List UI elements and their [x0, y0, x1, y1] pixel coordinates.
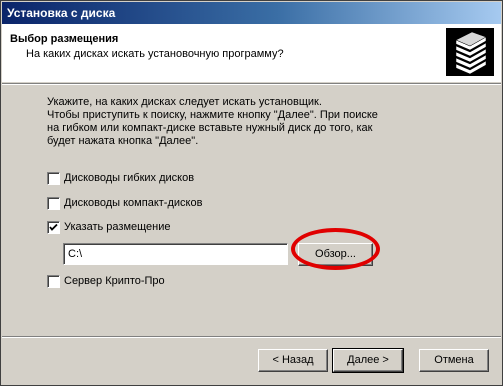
cd-drives-label[interactable]: Дисководы компакт-дисков: [64, 197, 202, 209]
title-bar[interactable]: Установка с диска: [2, 2, 501, 24]
window-title: Установка с диска: [7, 6, 116, 20]
specify-location-label[interactable]: Указать размещение: [64, 221, 171, 233]
wizard-header: Выбор размещения На каких дисках искать …: [2, 24, 501, 82]
cancel-button-label: Отмена: [434, 354, 474, 366]
location-path-value: C:\: [68, 248, 83, 260]
next-button-label: Далее >: [347, 354, 389, 366]
page-title: Выбор размещения: [10, 33, 119, 45]
floppy-drives-label[interactable]: Дисководы гибких дисков: [64, 172, 194, 184]
highlight-circle: [291, 228, 380, 270]
crypto-server-label[interactable]: Сервер Крипто-Про: [64, 275, 165, 287]
floppy-drives-checkbox[interactable]: [47, 172, 60, 185]
header-divider: [2, 83, 501, 85]
next-button[interactable]: Далее >: [332, 348, 404, 373]
install-from-disk-dialog: Установка с диска Выбор размещения На ка…: [0, 0, 503, 386]
instructions-line-3: на гибком или компакт-диске вставьте нуж…: [47, 122, 373, 134]
back-button-label: < Назад: [272, 354, 314, 366]
back-button[interactable]: < Назад: [258, 349, 328, 372]
crypto-server-checkbox[interactable]: [47, 275, 60, 288]
page-subtitle: На каких дисках искать установочную прог…: [26, 48, 284, 60]
cancel-button[interactable]: Отмена: [419, 349, 489, 372]
location-path-input[interactable]: C:\: [63, 243, 288, 265]
footer-divider: [2, 336, 501, 338]
checkmark-icon: [49, 223, 58, 231]
instructions-text: Укажите, на каких дисках следует искать …: [47, 96, 447, 148]
disks-stack-icon: [446, 28, 494, 76]
instructions-line-2: Чтобы приступить к поиску, нажмите кнопк…: [47, 109, 378, 121]
specify-location-checkbox[interactable]: [47, 221, 60, 234]
instructions-line-1: Укажите, на каких дисках следует искать …: [47, 96, 322, 108]
instructions-line-4: будет нажата кнопка "Далее".: [47, 135, 199, 147]
cd-drives-checkbox[interactable]: [47, 197, 60, 210]
